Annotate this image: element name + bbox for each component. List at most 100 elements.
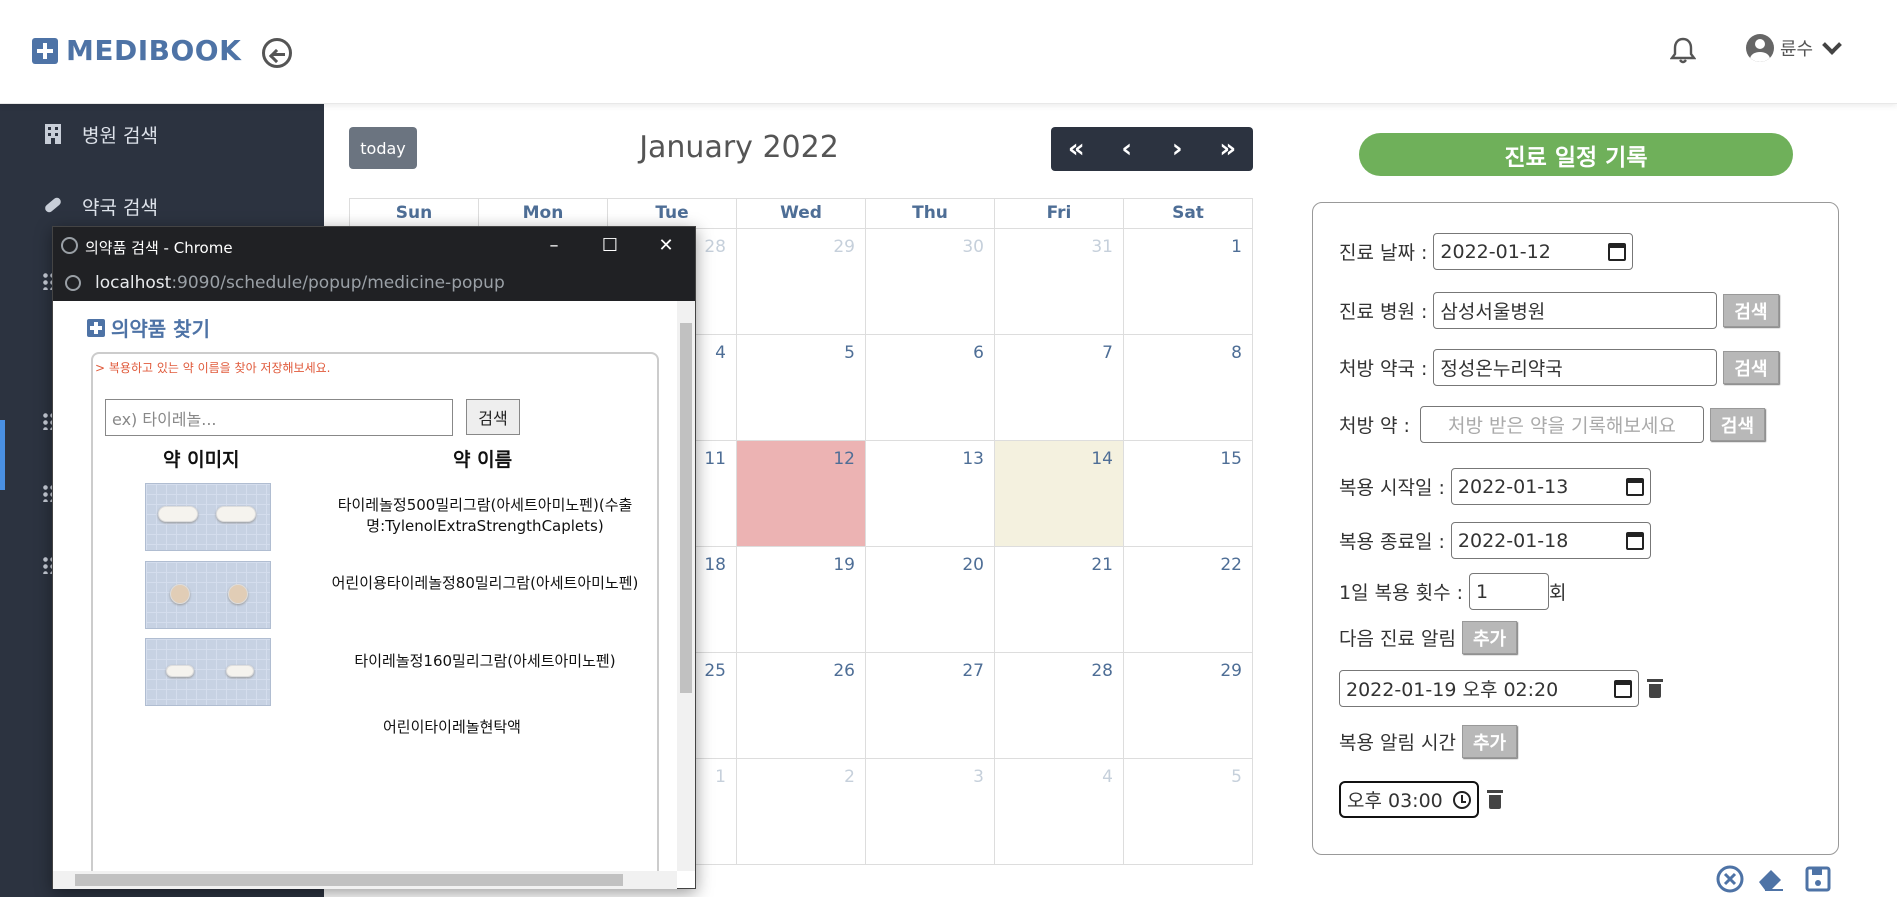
day-cell[interactable]: 27 bbox=[866, 653, 995, 759]
dose-alarm-input[interactable]: 오후 03:00 bbox=[1339, 781, 1479, 818]
next-month-button[interactable]: › bbox=[1152, 127, 1203, 171]
daily-count-value: 1 bbox=[1476, 580, 1489, 603]
trash-icon[interactable] bbox=[1487, 790, 1503, 809]
globe-icon bbox=[61, 237, 78, 254]
day-cell[interactable]: 13 bbox=[866, 441, 995, 547]
start-date-input[interactable]: 2022-01-13 bbox=[1450, 468, 1651, 505]
pharmacy-search-button[interactable]: 검색 bbox=[1723, 351, 1779, 384]
dose-alarm-entry: 오후 03:00 bbox=[1339, 781, 1503, 818]
medicine-image[interactable] bbox=[145, 638, 271, 706]
start-date-label: 복용 시작일 : bbox=[1339, 477, 1445, 499]
maximize-icon[interactable]: ☐ bbox=[597, 233, 623, 259]
next-alarm-value: 2022-01-19 오후 02:20 bbox=[1346, 679, 1559, 701]
day-cell[interactable]: 15 bbox=[1124, 441, 1253, 547]
popup-window-title: 의약품 검색 - Chrome bbox=[85, 239, 233, 257]
day-cell[interactable]: 30 bbox=[866, 229, 995, 335]
day-cell[interactable]: 4 bbox=[995, 759, 1124, 865]
medicine-input[interactable]: 처방 받은 약을 기록해보세요 bbox=[1419, 406, 1704, 443]
day-cell[interactable]: 3 bbox=[866, 759, 995, 865]
weekday-wed: Wed bbox=[737, 199, 866, 229]
dose-alarm-label: 복용 알림 시간 bbox=[1339, 732, 1456, 754]
medicine-label: 처방 약 : bbox=[1339, 415, 1410, 437]
visit-date-input[interactable]: 2022-01-12 bbox=[1433, 233, 1634, 270]
calendar-icon[interactable] bbox=[1625, 531, 1644, 550]
pill-shape bbox=[158, 506, 198, 522]
medicine-name[interactable]: 어린이타이레놀현탁액 bbox=[321, 717, 583, 738]
weekday-fri: Fri bbox=[995, 199, 1124, 229]
logo[interactable]: MEDIBOOK bbox=[32, 34, 241, 67]
next-alarm-add-button[interactable]: 추가 bbox=[1461, 621, 1518, 654]
next-alarm-input[interactable]: 2022-01-19 오후 02:20 bbox=[1339, 670, 1639, 707]
medicine-search-input[interactable]: ex) 타이레놀... bbox=[105, 399, 453, 436]
logo-text: MEDIBOOK bbox=[66, 34, 242, 67]
daily-count-input[interactable]: 1 bbox=[1469, 573, 1550, 610]
day-cell[interactable]: 2 bbox=[737, 759, 866, 865]
daily-count-label: 1일 복용 횟수 : bbox=[1339, 582, 1464, 604]
record-schedule-button[interactable]: 진료 일정 기록 bbox=[1359, 133, 1793, 176]
weekday-sun: Sun bbox=[350, 199, 479, 229]
horizontal-scrollbar[interactable] bbox=[53, 871, 677, 889]
hospital-input[interactable]: 삼성서울병원 bbox=[1433, 292, 1718, 329]
vertical-scrollbar[interactable] bbox=[677, 301, 695, 871]
day-cell[interactable]: 20 bbox=[866, 547, 995, 653]
eraser-icon[interactable] bbox=[1755, 864, 1785, 894]
calendar-icon[interactable] bbox=[1608, 242, 1627, 261]
medicine-name[interactable]: 타이레놀정500밀리그람(아세트아미노펜)(수출명:TylenolExtraSt… bbox=[321, 495, 649, 537]
day-cell[interactable]: 1 bbox=[1124, 229, 1253, 335]
pharmacy-input[interactable]: 정성온누리약국 bbox=[1433, 349, 1718, 386]
day-cell[interactable]: 6 bbox=[866, 335, 995, 441]
trash-icon[interactable] bbox=[1647, 679, 1663, 698]
day-cell[interactable]: 5 bbox=[737, 335, 866, 441]
hospital-search-button[interactable]: 검색 bbox=[1723, 294, 1779, 327]
popup-address-bar[interactable]: localhost:9090/schedule/popup/medicine-p… bbox=[53, 265, 695, 301]
day-cell[interactable]: 22 bbox=[1124, 547, 1253, 653]
medicine-image[interactable] bbox=[145, 561, 271, 629]
day-cell[interactable]: 5 bbox=[1124, 759, 1253, 865]
calendar-icon[interactable] bbox=[1625, 477, 1644, 496]
day-cell[interactable]: 29 bbox=[1124, 653, 1253, 759]
medicine-image[interactable] bbox=[145, 483, 271, 551]
calendar-nav: « ‹ › » bbox=[1051, 127, 1253, 171]
minimize-icon[interactable]: – bbox=[541, 233, 567, 259]
day-cell[interactable]: 8 bbox=[1124, 335, 1253, 441]
end-date-input[interactable]: 2022-01-18 bbox=[1450, 522, 1651, 559]
user-name: 륜수 bbox=[1780, 39, 1814, 60]
dose-alarm-add-button[interactable]: 추가 bbox=[1461, 725, 1518, 758]
visit-date-label: 진료 날짜 : bbox=[1339, 242, 1428, 264]
today-button[interactable]: today bbox=[349, 127, 417, 169]
cancel-circle-icon[interactable] bbox=[1715, 864, 1745, 894]
column-header-image: 약 이미지 bbox=[163, 449, 240, 471]
day-cell[interactable]: 21 bbox=[995, 547, 1124, 653]
prev-month-button[interactable]: ‹ bbox=[1102, 127, 1153, 171]
medicine-name[interactable]: 타이레놀정160밀리그람(아세트아미노펜) bbox=[321, 651, 649, 672]
sidebar-item-hospital-search[interactable]: 병원 검색 bbox=[0, 104, 324, 164]
clock-icon[interactable] bbox=[1453, 790, 1471, 809]
column-header-name: 약 이름 bbox=[453, 449, 513, 471]
scroll-thumb[interactable] bbox=[680, 323, 692, 693]
daily-count-row: 1일 복용 횟수 : 1 회 bbox=[1339, 573, 1567, 610]
back-arrow-icon[interactable] bbox=[262, 38, 292, 68]
day-cell[interactable]: 29 bbox=[737, 229, 866, 335]
scroll-thumb[interactable] bbox=[75, 874, 623, 886]
day-cell-selected[interactable]: 12 bbox=[737, 441, 866, 547]
day-cell[interactable]: 28 bbox=[995, 653, 1124, 759]
bell-icon[interactable] bbox=[1670, 36, 1696, 64]
start-date-value: 2022-01-13 bbox=[1457, 475, 1569, 498]
day-cell[interactable]: 19 bbox=[737, 547, 866, 653]
prev-year-button[interactable]: « bbox=[1051, 127, 1102, 171]
popup-title-bar[interactable]: 의약품 검색 - Chrome – ☐ ✕ bbox=[53, 227, 695, 265]
day-cell[interactable]: 26 bbox=[737, 653, 866, 759]
medicine-search-button[interactable]: 검색 bbox=[1709, 408, 1766, 441]
calendar-icon[interactable] bbox=[1614, 679, 1632, 698]
next-year-button[interactable]: » bbox=[1203, 127, 1254, 171]
url-path: :9090/schedule/popup/medicine-popup bbox=[171, 273, 505, 293]
medicine-search-button[interactable]: 검색 bbox=[466, 399, 520, 435]
day-cell[interactable]: 31 bbox=[995, 229, 1124, 335]
close-icon[interactable]: ✕ bbox=[653, 233, 679, 259]
medicine-name[interactable]: 어린이용타이레놀정80밀리그람(아세트아미노펜) bbox=[321, 573, 649, 594]
day-cell[interactable]: 7 bbox=[995, 335, 1124, 441]
save-icon[interactable] bbox=[1803, 864, 1833, 894]
user-menu[interactable]: 륜수 bbox=[1746, 34, 1843, 62]
info-icon[interactable] bbox=[65, 275, 81, 291]
day-cell-today[interactable]: 14 bbox=[995, 441, 1124, 547]
